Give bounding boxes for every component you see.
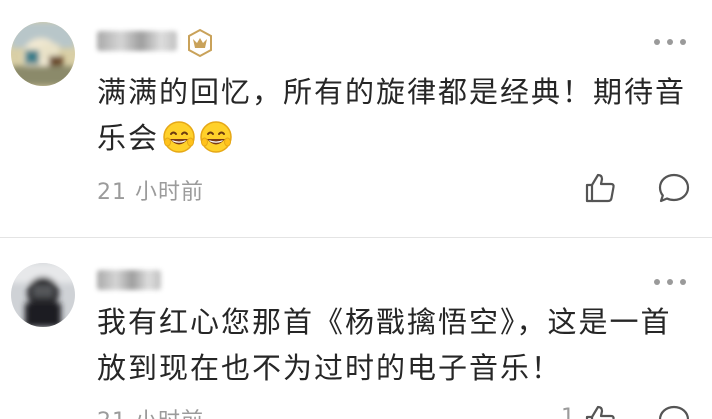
- comment-text-line: 乐会: [97, 115, 697, 161]
- more-options-button[interactable]: [654, 32, 686, 52]
- comment-text-line: 放到现在也不为过时的电子音乐！: [97, 351, 563, 385]
- like-button[interactable]: [583, 171, 617, 205]
- comment-item: 我有红心您那首《杨戬擒悟空》，这是一首 放到现在也不为过时的电子音乐！ 21 小…: [0, 238, 712, 419]
- like-button[interactable]: [583, 403, 617, 419]
- timestamp: 21 小时前: [97, 180, 204, 205]
- comment-text: 满满的回忆，所有的旋律都是经典！期待音 乐会: [97, 69, 697, 161]
- comment-item: l y 满满的回忆，所有的旋律都是经典！期待音 乐会 21 小时前: [0, 0, 712, 238]
- more-dot: [680, 279, 686, 285]
- timestamp: 21 小时前: [97, 403, 204, 419]
- comment-text-line: 我有红心您那首《杨戬擒悟空》，这是一首: [97, 305, 672, 339]
- avatar-image-icon: [11, 22, 75, 86]
- more-dot: [654, 279, 660, 285]
- thumbs-up-icon: [585, 405, 615, 419]
- like-count: 1: [561, 405, 575, 419]
- avatar[interactable]: [11, 22, 75, 86]
- grinning-face-icon: [162, 120, 196, 154]
- reply-button[interactable]: [657, 403, 691, 419]
- more-options-button[interactable]: [654, 272, 686, 292]
- more-dot: [654, 39, 660, 45]
- vip-badge-icon: [185, 28, 215, 58]
- comment-text: 我有红心您那首《杨戬擒悟空》，这是一首 放到现在也不为过时的电子音乐！: [97, 299, 697, 391]
- comment-bubble-icon: [658, 173, 690, 203]
- avatar-image-icon: [11, 263, 75, 327]
- more-dot: [667, 39, 673, 45]
- username-blur: [97, 270, 161, 290]
- grinning-face-icon: [199, 120, 233, 154]
- comment-text-line2: 乐会: [97, 121, 160, 155]
- more-dot: [667, 279, 673, 285]
- more-dot: [680, 39, 686, 45]
- avatar[interactable]: [11, 263, 75, 327]
- reply-button[interactable]: [657, 171, 691, 205]
- comment-feed: l y 满满的回忆，所有的旋律都是经典！期待音 乐会 21 小时前: [0, 0, 712, 419]
- comment-text-line: 满满的回忆，所有的旋律都是经典！期待音: [97, 75, 687, 109]
- comment-bubble-icon: [658, 405, 690, 419]
- thumbs-up-icon: [585, 173, 615, 203]
